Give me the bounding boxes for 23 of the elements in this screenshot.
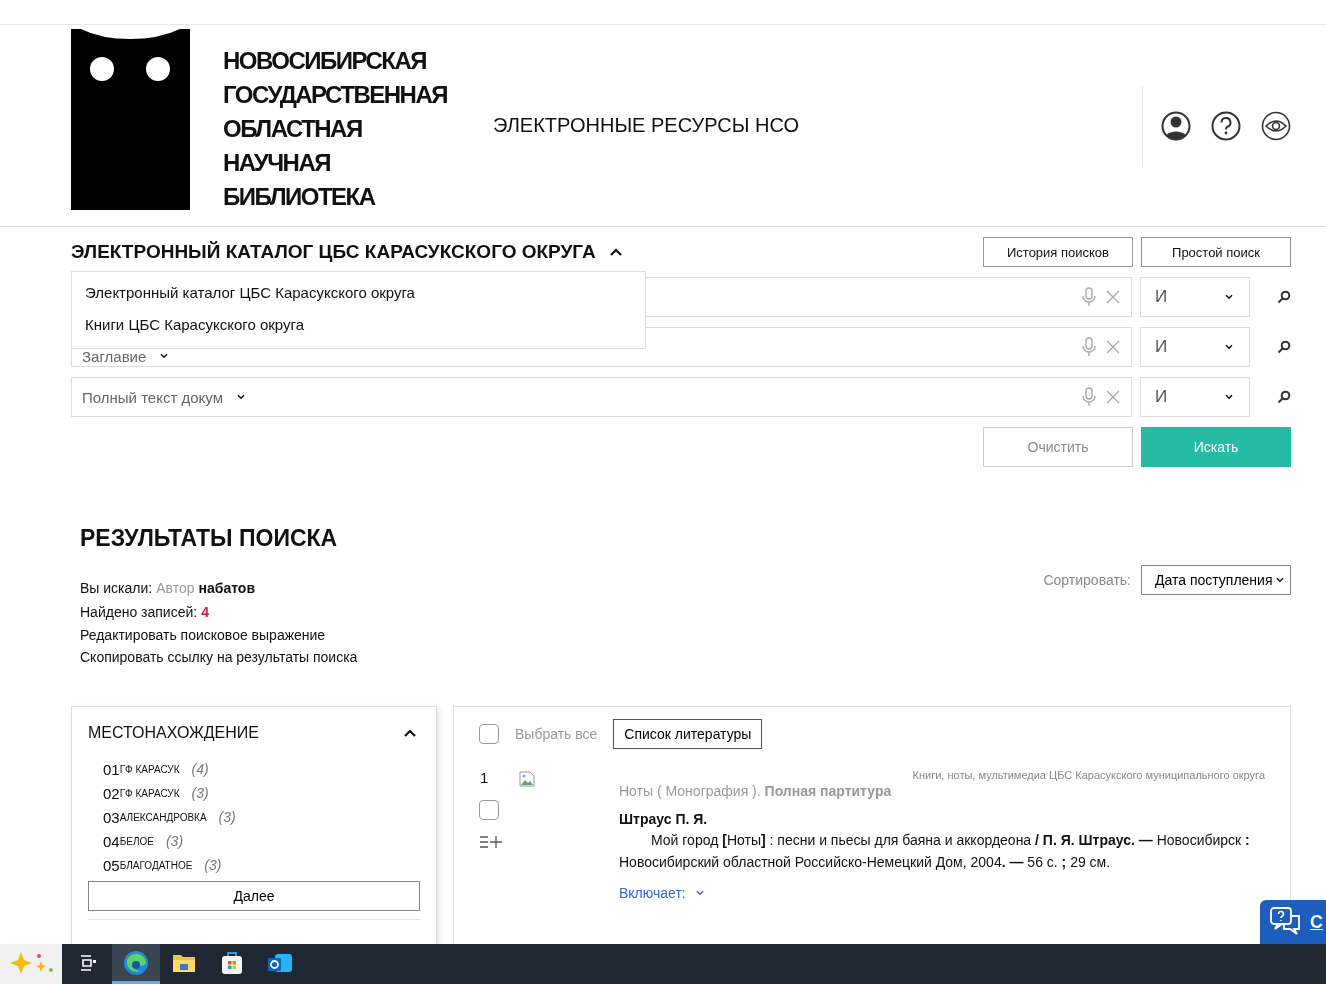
record-type: Ноты ( Монография ). Полная партитура (619, 783, 893, 799)
site-title: ЭЛЕКТРОННЫЕ РЕСУРСЫ НСО (493, 114, 800, 137)
sort-label: Сортировать: (1043, 572, 1131, 588)
logo-text: ОБЛАСТНАЯ (223, 113, 363, 144)
found-label: Найдено записей: (80, 604, 198, 620)
record-description: Мой город [Ноты] : песни и пьесы для баяна и аккордеона / П. Я. Штраус. — Новосибирск : Новосибирский областной Российско-Немецкий Дом, 2004. — 56 с. ; 29 см. (619, 831, 1251, 872)
facet-count: (4) (191, 761, 209, 777)
logo-text: НАУЧНАЯ (223, 147, 331, 178)
found-count: 4 (201, 604, 209, 620)
record-number: 1 (480, 769, 489, 786)
logo-text: ГОСУДАРСТВЕННАЯ (223, 79, 447, 110)
query-value: набатов (198, 580, 256, 596)
facet-count: (3) (204, 857, 222, 873)
facet-count: (3) (191, 785, 209, 801)
facet-count: (3) (218, 809, 236, 825)
logo-text: БИБЛИОТЕКА (223, 181, 377, 212)
record-source: Книги, ноты, мультимедиа ЦБС Карасукского муниципального округа (912, 769, 1265, 781)
record-author: Штраус П. Я. (619, 811, 709, 827)
facet-count: (3) (165, 833, 184, 849)
query-field: Автор (156, 580, 195, 596)
query-label: Вы искали: (80, 580, 153, 596)
results-title: РЕЗУЛЬТАТЫ ПОИСКА (80, 525, 339, 552)
logo-text: НОВОСИБИРСКАЯ (223, 45, 427, 76)
